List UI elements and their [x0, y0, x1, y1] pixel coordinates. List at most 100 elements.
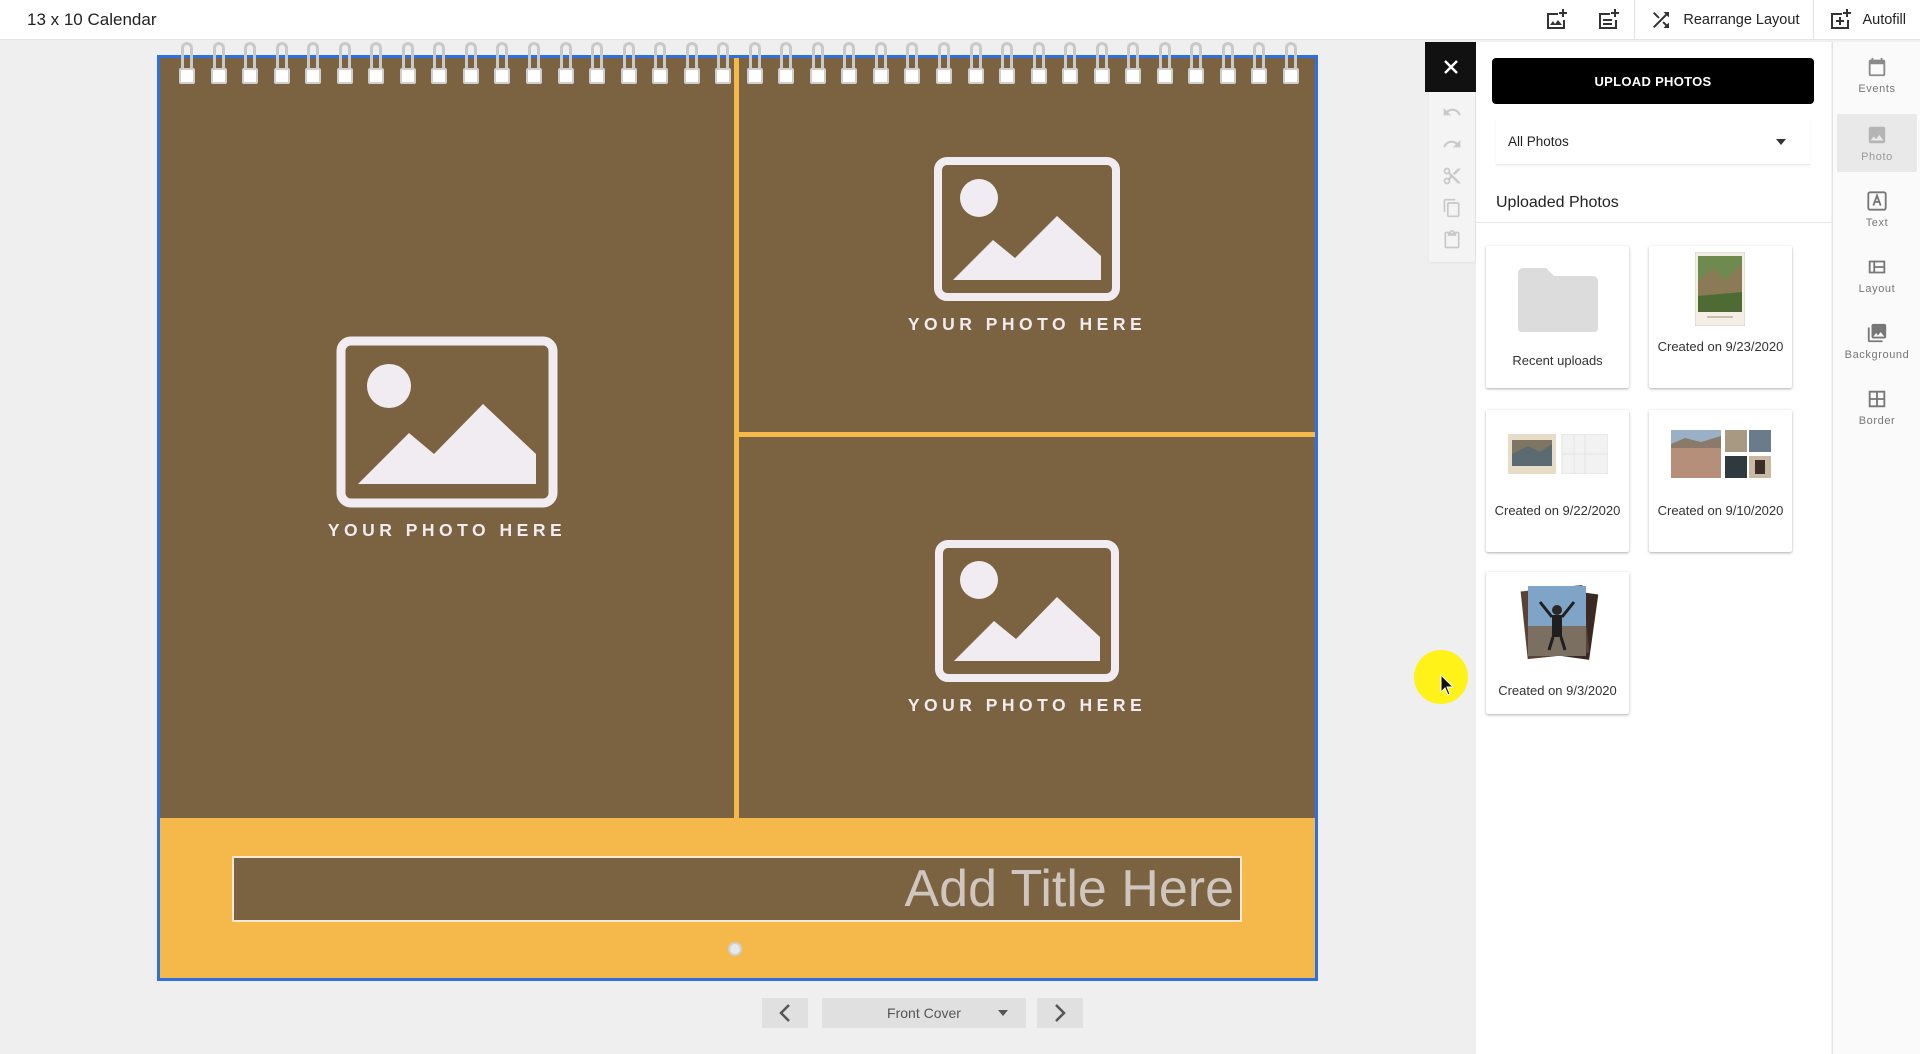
rail-item-text[interactable]: Text [1837, 180, 1917, 238]
mouse-pointer-icon [1440, 674, 1454, 696]
rail-item-border[interactable]: Border [1837, 378, 1917, 436]
binding-ring [588, 42, 606, 86]
binding-ring [1124, 42, 1142, 86]
binding-ring [1093, 42, 1111, 86]
calendar-icon [1868, 57, 1886, 77]
photo-filter-value: All Photos [1508, 133, 1569, 149]
album-thumbnail [1671, 430, 1771, 478]
album-thumbnail [1695, 252, 1745, 326]
album-caption: Created on 9/22/2020 [1494, 503, 1621, 518]
calendar-page[interactable]: YOUR PHOTO HERE YOUR PHOTO HERE YOUR PHO… [157, 55, 1318, 981]
album-card-9-23-2020[interactable]: Created on 9/23/2020 [1649, 246, 1792, 388]
album-thumbnail [1508, 434, 1608, 474]
binding-ring [651, 42, 669, 86]
document-title: 13 x 10 Calendar [27, 10, 157, 29]
binding-ring [1061, 42, 1079, 86]
binding-ring [178, 42, 196, 86]
binding-ring [1250, 42, 1268, 86]
rail-item-background[interactable]: Background [1837, 312, 1917, 370]
binding-ring [430, 42, 448, 86]
binding-ring [903, 42, 921, 86]
rail-item-photo[interactable]: Photo [1837, 114, 1917, 172]
layout-divider [739, 432, 1315, 437]
photo-slot-label: YOUR PHOTO HERE [907, 695, 1147, 715]
title-band: Add Title Here [160, 818, 1315, 978]
layout-divider [734, 58, 739, 818]
binding-ring [241, 42, 259, 86]
scissors-icon[interactable] [1442, 166, 1462, 186]
rail-item-events[interactable]: Events [1837, 46, 1917, 104]
redo-icon[interactable] [1442, 134, 1462, 154]
autofill-label: Autofill [1862, 12, 1906, 28]
chevron-down-icon [1776, 139, 1786, 145]
add-photo-icon [1547, 9, 1568, 29]
album-card-9-22-2020[interactable]: Created on 9/22/2020 [1486, 410, 1629, 552]
binding-ring [777, 42, 795, 86]
next-page-button[interactable] [1037, 998, 1083, 1028]
autofill-icon [1831, 9, 1852, 29]
rail-item-label: Events [1858, 83, 1896, 95]
title-placeholder: Add Title Here [904, 860, 1235, 918]
upload-photos-button[interactable]: UPLOAD PHOTOS [1492, 58, 1814, 104]
close-icon [1443, 60, 1458, 74]
rearrange-layout-button[interactable]: Rearrange Layout [1635, 0, 1813, 40]
text-icon [1867, 191, 1887, 211]
tool-rail: Events Photo Text Layout Background Bord… [1832, 42, 1920, 1054]
binding-ring [998, 42, 1016, 86]
binding-ring [273, 42, 291, 86]
section-title: Uploaded Photos [1496, 194, 1619, 211]
album-caption: Recent uploads [1512, 353, 1603, 368]
photo-panel: UPLOAD PHOTOS All Photos Uploaded Photos… [1476, 42, 1831, 1054]
album-thumbnail [1520, 585, 1599, 660]
rail-item-label: Layout [1858, 283, 1896, 295]
photo-filter-select[interactable]: All Photos [1496, 118, 1810, 165]
top-bar: 13 x 10 Calendar Rearrange Layout Autofi… [0, 0, 1920, 40]
prev-page-button[interactable] [762, 998, 808, 1028]
layout-icon [1868, 260, 1886, 274]
add-page-button[interactable] [1582, 0, 1634, 40]
rail-item-label: Border [1858, 415, 1896, 427]
image-placeholder-icon [935, 540, 1119, 682]
close-panel-button[interactable] [1425, 42, 1476, 92]
title-text-box[interactable]: Add Title Here [232, 856, 1242, 922]
photo-slot-top-right[interactable]: YOUR PHOTO HERE [739, 58, 1315, 432]
binding-ring [210, 42, 228, 86]
photo-slot-label: YOUR PHOTO HERE [907, 313, 1147, 334]
paste-icon[interactable] [1442, 230, 1462, 250]
rotate-handle[interactable] [728, 942, 742, 956]
binding-ring [967, 42, 985, 86]
shuffle-icon [1653, 12, 1670, 28]
binding-ring [399, 42, 417, 86]
photo-slot-bottom-right[interactable]: YOUR PHOTO HERE [739, 437, 1315, 818]
image-placeholder-icon [336, 336, 558, 507]
binding-ring [620, 42, 638, 86]
undo-icon[interactable] [1442, 102, 1462, 122]
image-icon [1868, 126, 1886, 144]
page-select[interactable]: Front Cover [822, 998, 1026, 1028]
folder-icon [1518, 268, 1598, 332]
chevron-left-icon [779, 1004, 790, 1022]
binding-ring [493, 42, 511, 86]
album-card-9-3-2020[interactable]: Created on 9/3/2020 [1486, 572, 1629, 714]
photo-slot-left[interactable]: YOUR PHOTO HERE [160, 58, 734, 818]
binding-ring [367, 42, 385, 86]
border-icon [1868, 390, 1886, 408]
binding-ring [525, 42, 543, 86]
binding-ring [1187, 42, 1205, 86]
binding-ring [714, 42, 732, 86]
album-card-9-10-2020[interactable]: Created on 9/10/2020 [1649, 410, 1792, 552]
edit-toolbar [1429, 92, 1476, 262]
binding-ring [872, 42, 890, 86]
copy-icon[interactable] [1442, 198, 1462, 218]
add-photo-page-button[interactable] [1530, 0, 1582, 40]
binding-ring [840, 42, 858, 86]
chevron-right-icon [1055, 1004, 1066, 1022]
rail-item-label: Background [1844, 349, 1910, 361]
autofill-button[interactable]: Autofill [1814, 0, 1920, 40]
album-card-recent[interactable]: Recent uploads [1486, 246, 1629, 388]
rearrange-layout-label: Rearrange Layout [1683, 12, 1800, 28]
rail-item-layout[interactable]: Layout [1837, 246, 1917, 304]
binding-ring [1156, 42, 1174, 86]
spiral-binding [178, 42, 1300, 86]
binding-ring [1030, 42, 1048, 86]
